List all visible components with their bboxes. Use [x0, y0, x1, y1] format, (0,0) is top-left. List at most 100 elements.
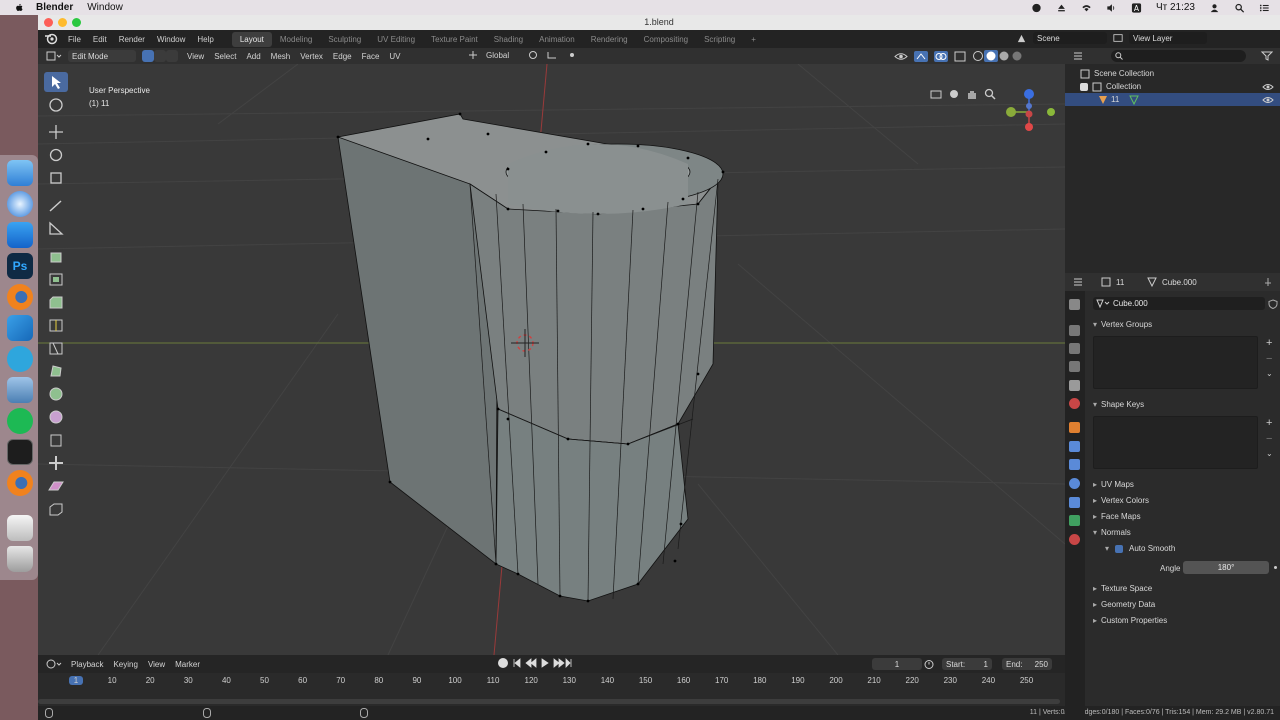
mesh-data-properties-icon[interactable]: [1069, 515, 1080, 526]
auto-smooth-checkbox[interactable]: [1115, 544, 1124, 553]
blender-logo-icon[interactable]: [44, 33, 58, 45]
menu-help[interactable]: Help: [191, 35, 219, 44]
shrink-fatten-tool[interactable]: [44, 453, 68, 473]
render-properties-icon[interactable]: [1069, 325, 1080, 336]
pivot-point-icon[interactable]: [528, 50, 540, 60]
timeline-ruler[interactable]: 1 10 20 30 40 50 60 70 80 90 100 110 120 130 140 150 160…: [38, 673, 1065, 693]
particles-properties-icon[interactable]: [1069, 459, 1080, 470]
view-layer-properties-icon[interactable]: [1069, 361, 1080, 372]
shading-mode-icons[interactable]: [972, 50, 1026, 62]
vp-menu-face[interactable]: Face: [357, 52, 385, 61]
3d-viewport[interactable]: User Perspective (1) 11: [38, 64, 1065, 655]
auto-smooth-subpanel[interactable]: ▾ Auto Smooth: [1105, 544, 1175, 553]
proportional-editing-icon[interactable]: [566, 50, 578, 60]
user-icon[interactable]: [1209, 3, 1220, 13]
snap-icon[interactable]: [546, 50, 558, 60]
mac-app-name[interactable]: Blender: [36, 2, 73, 13]
vp-menu-mesh[interactable]: Mesh: [266, 52, 296, 61]
section-uv-maps[interactable]: ▸ UV Maps: [1093, 480, 1134, 489]
start-frame-field[interactable]: Start: 1: [942, 658, 992, 670]
mesh-object[interactable]: [336, 112, 725, 603]
vscode-icon[interactable]: [7, 315, 33, 341]
scene-field[interactable]: Scene: [1033, 32, 1107, 44]
menu-file[interactable]: File: [62, 35, 87, 44]
vp-menu-add[interactable]: Add: [241, 52, 265, 61]
mac-clock[interactable]: Чт 21:23: [1156, 2, 1195, 13]
blender-icon[interactable]: [7, 284, 33, 310]
angle-keyframe-dot[interactable]: [1274, 566, 1277, 569]
timeline-scrollbar[interactable]: [38, 699, 1060, 704]
transform-orientation-icon[interactable]: [468, 50, 478, 60]
inset-faces-tool[interactable]: [44, 269, 68, 289]
creative-cloud-icon[interactable]: [1031, 3, 1042, 13]
section-shape-keys[interactable]: ▾ Shape Keys: [1093, 400, 1144, 409]
telegram-icon[interactable]: [7, 346, 33, 372]
tab-texture-paint[interactable]: Texture Paint: [423, 32, 486, 47]
bevel-tool[interactable]: [44, 292, 68, 312]
spotify-icon[interactable]: [7, 408, 33, 434]
tab-animation[interactable]: Animation: [531, 32, 583, 47]
shape-keys-list[interactable]: [1093, 416, 1258, 469]
menu-window[interactable]: Window: [151, 35, 191, 44]
scale-tool[interactable]: [44, 168, 68, 188]
face-select-button[interactable]: [166, 50, 178, 62]
loop-cut-tool[interactable]: [44, 315, 68, 335]
select-box-tool[interactable]: [44, 72, 68, 92]
visibility-icon[interactable]: [894, 51, 908, 62]
object-properties-icon[interactable]: [1069, 422, 1080, 433]
mesh-datablock-field[interactable]: Cube.000: [1093, 297, 1265, 310]
cursor-tool[interactable]: [44, 95, 68, 115]
view-layer-icon[interactable]: [1113, 33, 1123, 43]
tab-compositing[interactable]: Compositing: [636, 32, 696, 47]
poly-build-tool[interactable]: [44, 361, 68, 381]
outliner-editor-type-icon[interactable]: [1073, 51, 1089, 61]
finder-icon[interactable]: [7, 160, 33, 186]
section-custom-properties[interactable]: ▸ Custom Properties: [1093, 616, 1167, 625]
overlays-icon[interactable]: [934, 50, 948, 62]
tab-shading[interactable]: Shading: [486, 32, 531, 47]
timeline-editor-type-icon[interactable]: [46, 659, 62, 669]
wifi-icon[interactable]: [1081, 3, 1092, 13]
section-geometry-data[interactable]: ▸ Geometry Data: [1093, 600, 1155, 609]
vp-menu-select[interactable]: Select: [209, 52, 241, 61]
photoshop-icon[interactable]: Ps: [7, 253, 33, 279]
edge-slide-tool[interactable]: [44, 430, 68, 450]
trash-icon[interactable]: [7, 546, 33, 572]
world-properties-icon[interactable]: [1069, 398, 1080, 409]
tab-sculpting[interactable]: Sculpting: [320, 32, 369, 47]
rip-region-tool[interactable]: [44, 499, 68, 519]
knife-tool[interactable]: [44, 338, 68, 358]
add-workspace-button[interactable]: +: [743, 32, 764, 47]
outliner-row-scene-collection[interactable]: Scene Collection: [1065, 67, 1280, 80]
measure-tool[interactable]: [44, 219, 68, 239]
end-frame-field[interactable]: End: 250: [1002, 658, 1052, 670]
menu-edit[interactable]: Edit: [87, 35, 113, 44]
move-tool[interactable]: [44, 122, 68, 142]
mesh-browse-icon[interactable]: [1096, 299, 1110, 308]
downloads-icon[interactable]: [7, 515, 33, 541]
timeline-menu-keying[interactable]: Keying: [108, 660, 142, 669]
spin-tool[interactable]: [44, 384, 68, 404]
pin-icon[interactable]: [1263, 277, 1273, 287]
close-window-button[interactable]: [44, 18, 53, 27]
editor-type-icon[interactable]: [46, 51, 62, 61]
material-properties-icon[interactable]: [1069, 534, 1080, 545]
activity-monitor-icon[interactable]: [7, 439, 33, 465]
outliner-search-input[interactable]: [1111, 50, 1246, 62]
zoom-magnifier-icon[interactable]: [984, 88, 996, 100]
input-source-icon[interactable]: A: [1131, 2, 1142, 13]
tab-scripting[interactable]: Scripting: [696, 32, 743, 47]
preview-icon[interactable]: [7, 377, 33, 403]
physics-properties-icon[interactable]: [1069, 478, 1080, 489]
section-normals[interactable]: ▾ Normals: [1093, 528, 1131, 537]
mac-menu-window[interactable]: Window: [87, 2, 123, 13]
app-store-icon[interactable]: [7, 222, 33, 248]
output-properties-icon[interactable]: [1069, 343, 1080, 354]
fake-user-shield-icon[interactable]: [1268, 299, 1278, 309]
shear-tool[interactable]: [44, 476, 68, 496]
toggle-camera-view-icon[interactable]: [930, 88, 942, 100]
menu-render[interactable]: Render: [113, 35, 151, 44]
volume-icon[interactable]: [1106, 3, 1117, 13]
filter-icon[interactable]: [1261, 51, 1273, 61]
outliner-row-object[interactable]: 11: [1065, 93, 1280, 106]
